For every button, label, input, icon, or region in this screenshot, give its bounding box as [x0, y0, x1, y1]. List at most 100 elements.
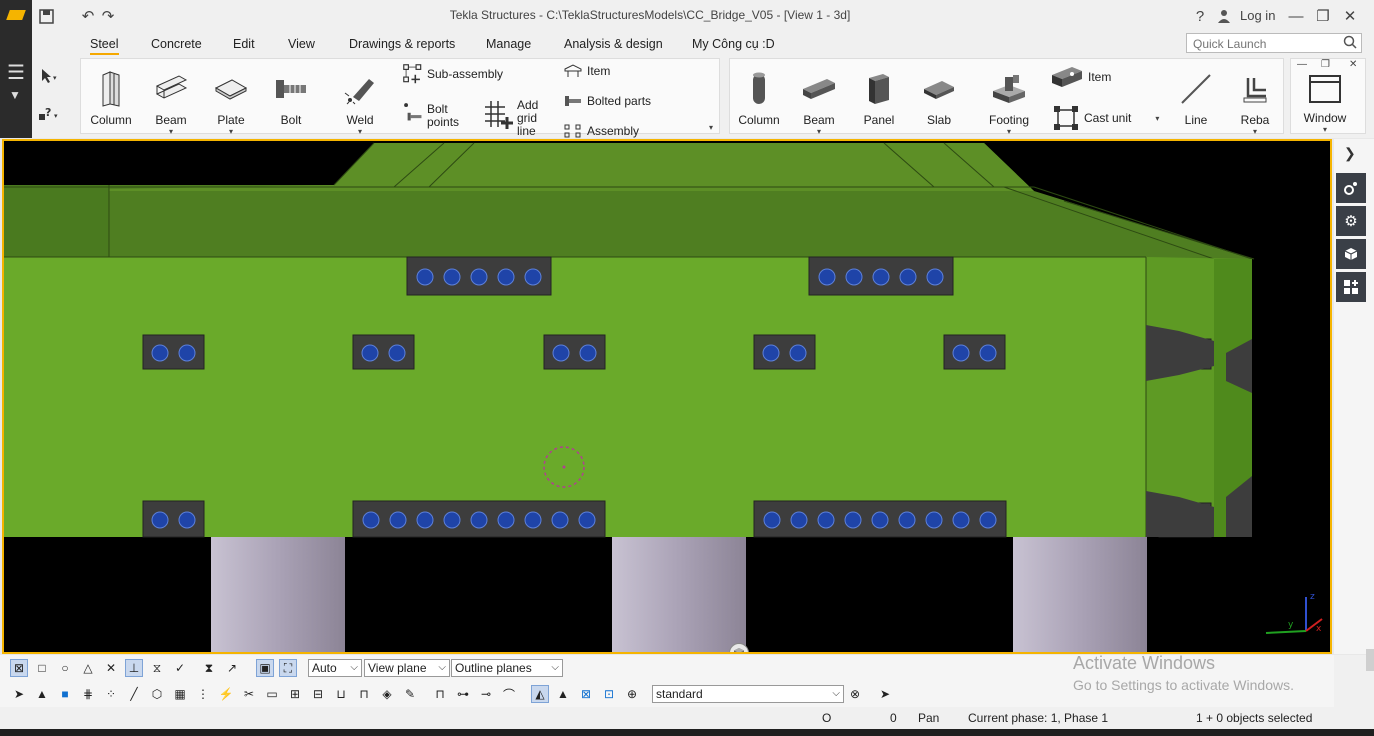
gear-icon[interactable]: ⚙ [1336, 206, 1366, 236]
help-query-icon[interactable]: ? ▾ [38, 106, 60, 125]
tab-edit[interactable]: Edit [233, 37, 255, 51]
snap-check-icon[interactable]: ✓ [171, 659, 189, 677]
tab-manage[interactable]: Manage [486, 37, 531, 51]
expand-down-icon[interactable]: ▼ [9, 88, 21, 102]
assembly-button[interactable]: Assembly [563, 122, 639, 140]
select-component-icon[interactable]: ⬡ [148, 685, 166, 703]
rebar-button[interactable]: Reba ▾ [1235, 69, 1275, 136]
select-rebar-set-icon[interactable]: ⊓ [355, 685, 373, 703]
select-pointer-icon[interactable]: ▾ [40, 68, 58, 87]
model-view-canvas[interactable]: z y x [4, 141, 1330, 652]
select-assembly-icon[interactable]: ⊓ [431, 685, 449, 703]
snap-perpendicular-icon[interactable]: ⊥ [125, 659, 143, 677]
3d-viewport[interactable]: z y x [2, 139, 1332, 654]
chevron-down-icon[interactable]: ▾ [981, 127, 1037, 136]
snap-depth-dropdown[interactable]: Auto ⌵ [308, 659, 362, 677]
select-weld-icon[interactable]: ⚡ [217, 685, 235, 703]
select-bolt-icon[interactable]: ⊞ [286, 685, 304, 703]
group-expand-chevron-icon[interactable]: ▾ [709, 123, 713, 132]
tab-view[interactable]: View [288, 37, 315, 51]
steel-bolt-button[interactable]: Bolt [263, 69, 319, 127]
restore-icon[interactable]: ❐ [1313, 6, 1333, 26]
search-icon[interactable] [1343, 35, 1357, 52]
snap-triangle-icon[interactable]: △ [79, 659, 97, 677]
select-rebar-icon[interactable]: ⊔ [332, 685, 350, 703]
user-icon[interactable] [1214, 6, 1234, 26]
select-nested-icon[interactable]: ⊠ [577, 685, 595, 703]
steel-weld-button[interactable]: Weld ▾ [332, 69, 388, 136]
undo-icon[interactable]: ↶ [78, 6, 98, 26]
view-restore-icon[interactable]: ❐ [1321, 59, 1330, 70]
cast-unit-button[interactable]: Cast unit ▾ [1052, 105, 1159, 131]
snap-circle-icon[interactable]: ○ [56, 659, 74, 677]
select-cursor-icon[interactable]: ➤ [876, 685, 894, 703]
select-object-connection-icon[interactable]: ⊸ [477, 685, 495, 703]
select-points-icon[interactable]: ⁘ [102, 685, 120, 703]
expand-right-chevron-icon[interactable]: ❯ [1344, 145, 1356, 162]
close-icon[interactable]: ✕ [1340, 6, 1360, 26]
properties-icon[interactable] [1336, 173, 1366, 203]
snap-free-icon[interactable]: ⧗ [200, 659, 218, 677]
bolted-parts-button[interactable]: Bolted parts [563, 92, 651, 110]
select-assembly-mode-icon[interactable]: ◭ [531, 685, 549, 703]
concrete-footing-button[interactable]: Footing ▾ [981, 69, 1037, 136]
chevron-down-icon[interactable]: ▾ [1297, 125, 1353, 134]
steel-column-button[interactable]: Column [83, 69, 139, 127]
tab-analysis-design[interactable]: Analysis & design [564, 37, 663, 51]
select-all-icon[interactable]: ➤ [10, 685, 28, 703]
catalog-cube-icon[interactable] [1336, 239, 1366, 269]
view-minimize-icon[interactable]: — [1297, 59, 1307, 70]
sub-assembly-button[interactable]: Sub-assembly [403, 64, 503, 84]
select-line-icon[interactable]: ╱ [125, 685, 143, 703]
login-link[interactable]: Log in [1240, 8, 1275, 23]
bolt-points-button[interactable]: Bolt points [403, 103, 459, 129]
minimize-icon[interactable]: — [1286, 6, 1306, 26]
filter-settings-icon[interactable]: ⊗ [846, 685, 864, 703]
quick-launch-input[interactable] [1191, 35, 1343, 53]
select-surface-icon[interactable]: ■ [56, 685, 74, 703]
snap-geometry-icon[interactable]: ⛶ [279, 659, 297, 677]
select-view-icon[interactable]: ▭ [263, 685, 281, 703]
select-grid-icon[interactable]: ⋕ [79, 685, 97, 703]
select-grid-lines-icon[interactable]: ⋮ [194, 685, 212, 703]
tekla-logo-icon[interactable] [0, 0, 32, 32]
snap-cross-icon[interactable]: ✕ [102, 659, 120, 677]
select-curve-icon[interactable]: ⌒ [500, 685, 518, 703]
select-grid2-icon[interactable]: ▦ [171, 685, 189, 703]
save-icon[interactable] [36, 6, 56, 26]
concrete-panel-button[interactable]: Panel [851, 69, 907, 127]
help-icon[interactable]: ? [1190, 6, 1210, 26]
concrete-slab-button[interactable]: Slab [911, 69, 967, 127]
snap-hourglass-icon[interactable]: ⧖ [148, 659, 166, 677]
chevron-down-icon[interactable]: ▾ [1235, 127, 1275, 136]
redo-icon[interactable]: ↷ [98, 6, 118, 26]
chevron-down-icon[interactable]: ▾ [791, 127, 847, 136]
snap-plane-dropdown[interactable]: View plane ⌵ [364, 659, 450, 677]
select-parts-icon[interactable]: ▲ [33, 685, 51, 703]
steel-beam-button[interactable]: Beam ▾ [143, 69, 199, 136]
window-button[interactable]: Window ▾ [1297, 71, 1353, 134]
chevron-down-icon[interactable]: ▾ [143, 127, 199, 136]
select-layers-icon[interactable]: ◈ [378, 685, 396, 703]
steel-plate-button[interactable]: Plate ▾ [203, 69, 259, 136]
select-edit-icon[interactable]: ✎ [401, 685, 419, 703]
scrollbar-thumb[interactable] [1366, 649, 1374, 671]
select-cut-icon[interactable]: ✂ [240, 685, 258, 703]
select-bolt-group-icon[interactable]: ⊟ [309, 685, 327, 703]
chevron-down-icon[interactable]: ▾ [332, 127, 388, 136]
chevron-down-icon[interactable]: ▾ [1155, 114, 1159, 123]
tab-my-cong-cu[interactable]: My Công cụ :D [692, 37, 775, 51]
snap-all-icon[interactable]: ⊠ [10, 659, 28, 677]
tab-drawings-reports[interactable]: Drawings & reports [349, 37, 455, 51]
tab-concrete[interactable]: Concrete [151, 37, 202, 51]
tab-steel[interactable]: Steel [90, 37, 119, 55]
concrete-column-button[interactable]: Column [731, 69, 787, 127]
snap-reference-icon[interactable]: ▣ [256, 659, 274, 677]
concrete-item-button[interactable]: Item [1050, 65, 1111, 89]
chevron-down-icon[interactable]: ▾ [203, 127, 259, 136]
select-object-mode-icon[interactable]: ▲ [554, 685, 572, 703]
add-grid-line-button[interactable]: Add grid line [483, 99, 538, 138]
item-button[interactable]: Item [563, 62, 610, 80]
concrete-beam-button[interactable]: Beam ▾ [791, 69, 847, 136]
selection-filter-dropdown[interactable]: standard ⌵ [652, 685, 844, 703]
